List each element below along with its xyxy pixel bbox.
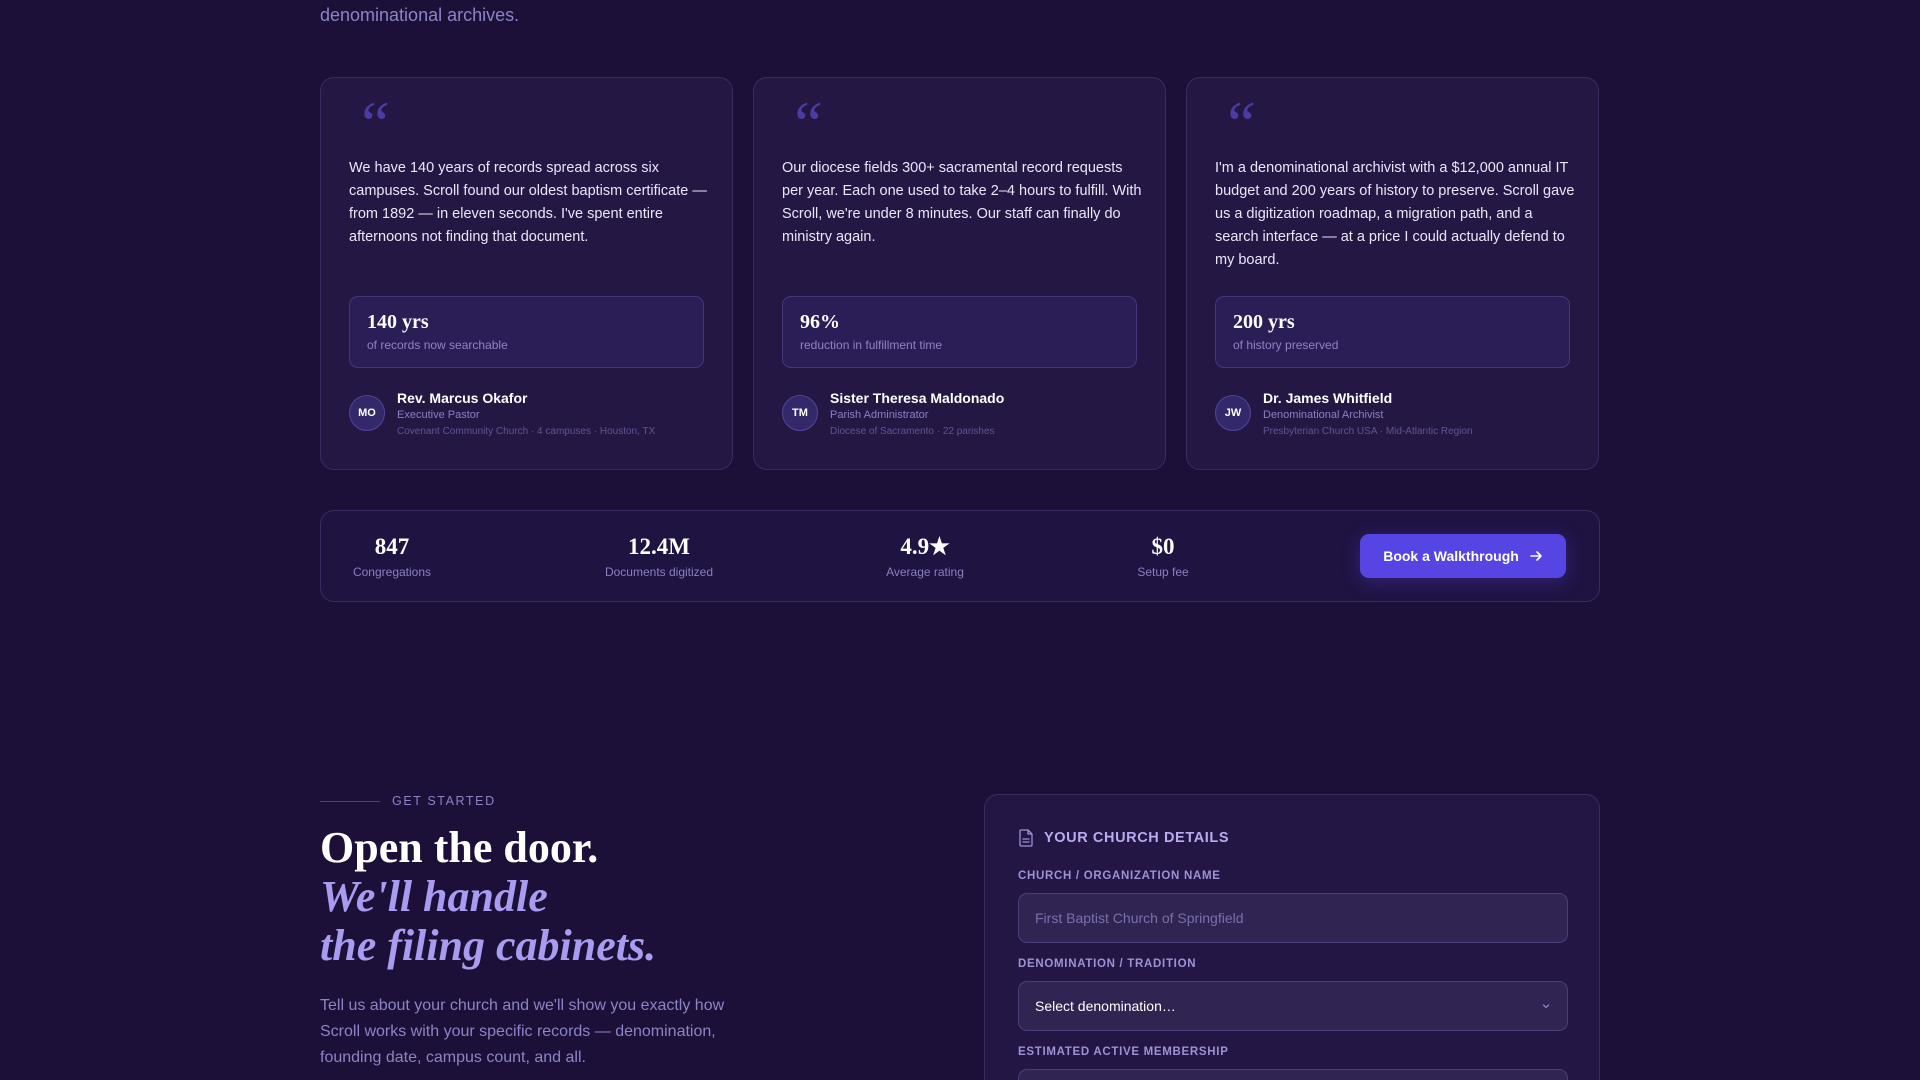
get-started-eyebrow: GET STARTED [320, 794, 496, 808]
membership-label: ESTIMATED ACTIVE MEMBERSHIP [1018, 1046, 1229, 1058]
author-org: Covenant Community Church · 4 campuses ·… [397, 426, 656, 437]
author-info: Dr. James Whitfield Denominational Archi… [1263, 389, 1473, 437]
headline-line-3: the filing cabinets. [320, 921, 657, 970]
stat-label: Documents digitized [604, 565, 714, 579]
form-title: YOUR CHURCH DETAILS [1044, 830, 1230, 846]
stat-rating: 4.9★ Average rating [886, 534, 964, 579]
testimonial-metric: 200 yrs of history preserved [1215, 296, 1570, 368]
church-name-input[interactable] [1018, 893, 1568, 943]
church-name-label: CHURCH / ORGANIZATION NAME [1018, 870, 1221, 882]
testimonial-card: “ We have 140 years of records spread ac… [320, 77, 733, 470]
testimonial-metric: 96% reduction in fulfillment time [782, 296, 1137, 368]
form-header: YOUR CHURCH DETAILS [1018, 829, 1229, 847]
metric-label: of records now searchable [367, 338, 508, 352]
avatar: JW [1215, 395, 1251, 431]
author-role: Executive Pastor [397, 409, 480, 421]
metric-value: 200 yrs [1233, 311, 1295, 333]
eyebrow-label: GET STARTED [392, 794, 496, 808]
author-name: Rev. Marcus Okafor [397, 390, 528, 406]
author-info: Sister Theresa Maldonado Parish Administ… [830, 389, 1004, 437]
stat-label: Congregations [352, 565, 432, 579]
stat-value: 4.9★ [900, 534, 950, 559]
testimonial-card: “ Our diocese fields 300+ sacramental re… [753, 77, 1166, 470]
testimonial-author: JW Dr. James Whitfield Denominational Ar… [1215, 389, 1473, 437]
quote-icon: “ [355, 88, 391, 159]
stat-label: Setup fee [1137, 565, 1189, 579]
author-name: Sister Theresa Maldonado [830, 390, 1005, 406]
membership-input[interactable] [1018, 1069, 1568, 1080]
stat-congregations: 847 Congregations [353, 534, 431, 579]
quote-icon: “ [1221, 88, 1257, 159]
metric-label: reduction in fulfillment time [800, 338, 943, 352]
page: denominational archives. “ We have 140 y… [0, 0, 1920, 1080]
stat-setup-fee: $0 Setup fee [1137, 534, 1188, 579]
section-subcopy: Tell us about your church and we'll show… [320, 997, 725, 1066]
intro-tail-text: denominational archives. [320, 5, 520, 25]
metric-value: 96% [800, 311, 840, 333]
testimonial-quote: We have 140 years of records spread acro… [349, 160, 707, 245]
metric-value: 140 yrs [367, 311, 429, 333]
stats-bar: 847 Congregations 12.4M Documents digiti… [320, 510, 1600, 602]
section-headline: Open the door. We'll handle the filing c… [320, 823, 656, 970]
testimonial-cards: “ We have 140 years of records spread ac… [320, 77, 1600, 470]
book-walkthrough-label: Book a Walkthrough [1383, 548, 1519, 564]
testimonial-author: TM Sister Theresa Maldonado Parish Admin… [782, 389, 1004, 437]
author-info: Rev. Marcus Okafor Executive Pastor Cove… [397, 389, 655, 437]
headline-line-1: Open the door. [320, 823, 599, 872]
denomination-label: DENOMINATION / TRADITION [1018, 958, 1197, 970]
author-name: Dr. James Whitfield [1263, 390, 1393, 406]
denomination-selected-value: Select denomination… [1035, 998, 1176, 1014]
author-org: Diocese of Sacramento · 22 parishes [830, 426, 995, 437]
testimonial-author: MO Rev. Marcus Okafor Executive Pastor C… [349, 389, 655, 437]
stat-value: $0 [1151, 534, 1175, 559]
testimonial-quote: I'm a denominational archivist with a $1… [1215, 160, 1575, 268]
eyebrow-rule [320, 800, 380, 802]
author-org: Presbyterian Church USA · Mid-Atlantic R… [1263, 426, 1473, 437]
book-walkthrough-button[interactable]: Book a Walkthrough [1360, 534, 1566, 578]
testimonial-metric: 140 yrs of records now searchable [349, 296, 704, 368]
testimonial-card: “ I'm a denominational archivist with a … [1186, 77, 1599, 470]
church-details-form: YOUR CHURCH DETAILS CHURCH / ORGANIZATIO… [984, 794, 1600, 1080]
testimonial-quote: Our diocese fields 300+ sacramental reco… [782, 160, 1142, 245]
avatar: TM [782, 395, 818, 431]
denomination-select[interactable]: Select denomination… [1018, 981, 1568, 1031]
metric-label: of history preserved [1233, 338, 1339, 352]
stat-label: Average rating [886, 565, 964, 579]
stat-value: 12.4M [628, 534, 690, 559]
stat-value: 847 [374, 534, 410, 559]
avatar: MO [349, 395, 385, 431]
document-icon [1019, 829, 1033, 847]
author-role: Parish Administrator [830, 409, 929, 421]
author-role: Denominational Archivist [1263, 409, 1384, 421]
headline-line-2: We'll handle [320, 872, 548, 921]
quote-icon: “ [788, 88, 824, 159]
stat-documents: 12.4M Documents digitized [605, 534, 713, 579]
arrow-right-icon [1529, 551, 1542, 561]
chevron-down-icon [1542, 1004, 1550, 1009]
